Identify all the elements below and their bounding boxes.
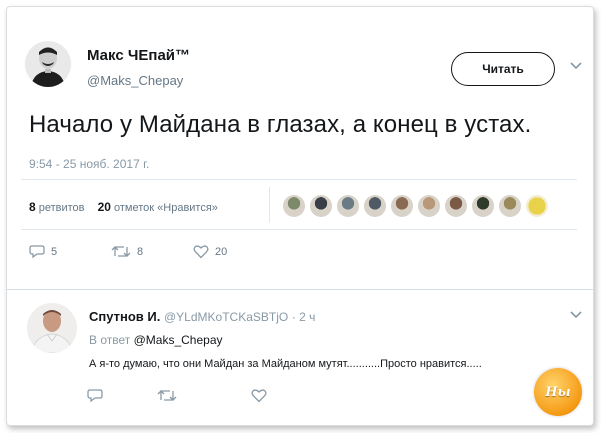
- reply-icon: [87, 389, 103, 403]
- stats-separator: [269, 187, 270, 223]
- reply-retweet-action[interactable]: [157, 388, 177, 403]
- reply-time[interactable]: · 2 ч: [292, 310, 316, 324]
- reply-like-action[interactable]: [251, 388, 267, 403]
- reply-count: 5: [51, 245, 58, 258]
- author-avatar[interactable]: [25, 41, 71, 87]
- liker-avatar[interactable]: [418, 195, 440, 217]
- reply-reply-action[interactable]: [87, 388, 103, 403]
- retweet-icon: [157, 390, 177, 401]
- heart-icon: [193, 245, 209, 259]
- reply-action[interactable]: 5: [29, 244, 57, 259]
- reply-author-avatar[interactable]: [27, 303, 77, 353]
- liker-avatar[interactable]: [499, 195, 521, 217]
- chevron-down-icon[interactable]: [570, 310, 582, 320]
- reply-to-line: В ответ @Maks_Chepay: [89, 333, 223, 347]
- retweet-action[interactable]: 8: [111, 244, 143, 259]
- retweet-icon: [111, 246, 131, 257]
- likes-count[interactable]: 20: [98, 200, 111, 214]
- like-count: 20: [215, 245, 228, 258]
- liker-avatar[interactable]: [364, 195, 386, 217]
- reply-author-photo: [27, 303, 77, 353]
- liker-avatar[interactable]: [526, 195, 548, 217]
- chevron-down-icon[interactable]: [570, 61, 582, 71]
- tweet-timestamp[interactable]: 9:54 - 25 нояб. 2017 г.: [29, 157, 149, 171]
- divider: [21, 229, 577, 230]
- divider: [21, 179, 577, 180]
- retweets-count[interactable]: 8: [29, 200, 36, 214]
- liker-avatar[interactable]: [391, 195, 413, 217]
- site-logo-watermark: Ны: [534, 368, 582, 416]
- reply-text: А я-то думаю, что они Майдан за Майданом…: [89, 358, 482, 370]
- likes-label[interactable]: отметок «Нравится»: [114, 202, 218, 214]
- reply-icon: [29, 245, 45, 259]
- follow-button[interactable]: Читать: [451, 52, 555, 86]
- liker-avatar[interactable]: [310, 195, 332, 217]
- author-handle[interactable]: @Maks_Chepay: [87, 73, 183, 88]
- reply-author-name[interactable]: Спутнов И.: [89, 309, 160, 324]
- retweets-label[interactable]: ретвитов: [39, 202, 85, 214]
- reply-to-handle[interactable]: @Maks_Chepay: [134, 333, 223, 347]
- reply-author-handle[interactable]: @YLdMKoTCKaSBTjO: [164, 310, 288, 324]
- like-action[interactable]: 20: [193, 244, 227, 259]
- liker-avatar[interactable]: [337, 195, 359, 217]
- liker-avatar[interactable]: [283, 195, 305, 217]
- liker-avatar[interactable]: [472, 195, 494, 217]
- tweet-card: Макс ЧЕпай™ @Maks_Chepay Читать Начало у…: [6, 6, 594, 426]
- liker-avatar[interactable]: [445, 195, 467, 217]
- reply-header: Спутнов И. @YLdMKoTCKaSBTjO · 2 ч: [89, 309, 315, 324]
- liker-avatars: [283, 195, 548, 217]
- reply-to-prefix: В ответ: [89, 333, 131, 347]
- author-name[interactable]: Макс ЧЕпай™: [87, 47, 190, 64]
- heart-icon: [251, 389, 267, 403]
- tweet-stats: 8 ретвитов 20 отметок «Нравится»: [29, 200, 218, 214]
- author-photo: [25, 41, 71, 87]
- retweet-count: 8: [137, 245, 144, 258]
- tweet-text: Начало у Майдана в глазах, а конец в уст…: [29, 111, 532, 138]
- section-divider: [7, 289, 593, 290]
